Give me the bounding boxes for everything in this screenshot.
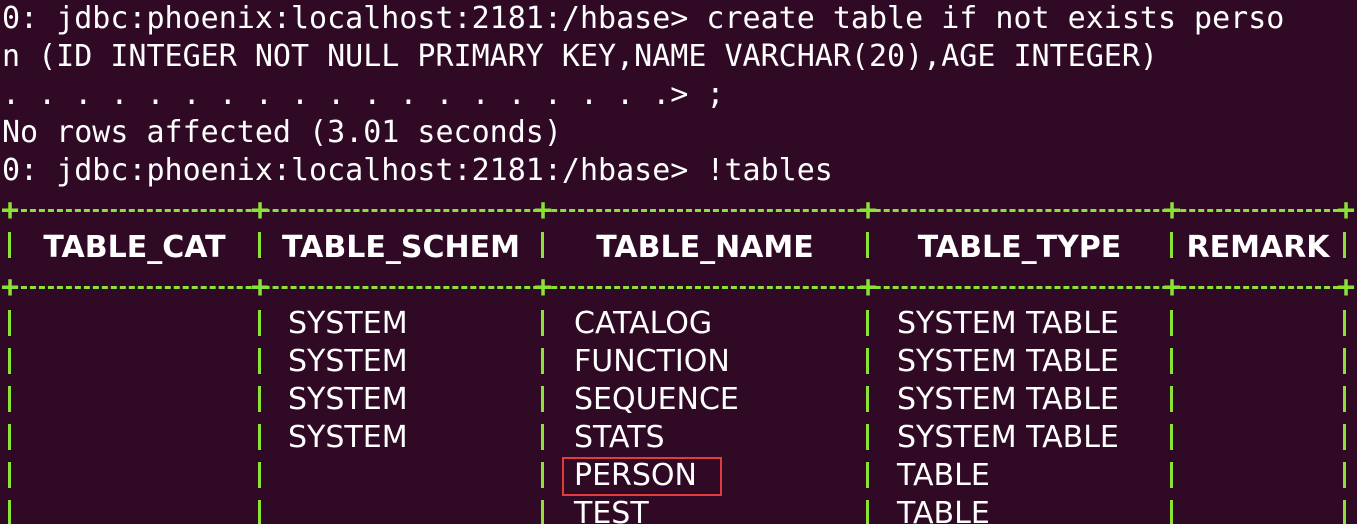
table-border-top (3, 209, 1348, 212)
border-corner: + (1336, 193, 1356, 228)
cell-type: TABLE (897, 458, 990, 493)
column-divider (1343, 310, 1346, 524)
cell-schem: SYSTEM (288, 306, 408, 341)
terminal-line: n (ID INTEGER NOT NULL PRIMARY KEY,NAME … (2, 39, 1158, 74)
cell-name: CATALOG (574, 306, 713, 341)
header-remark: REMARK (1186, 230, 1330, 265)
person-highlight-box (562, 457, 722, 496)
border-corner: + (858, 193, 878, 228)
cell-schem: SYSTEM (288, 382, 408, 417)
header-table-cat: TABLE_CAT (43, 230, 226, 265)
cell-name: TEST (574, 496, 649, 524)
cell-type: TABLE (897, 496, 990, 524)
header-table-name: TABLE_NAME (596, 230, 814, 265)
terminal-line: 0: jdbc:phoenix:localhost:2181:/hbase> c… (2, 1, 1285, 36)
cell-type: SYSTEM TABLE (897, 382, 1119, 417)
column-divider (1343, 232, 1346, 270)
terminal-line: . . . . . . . . . . . . . . . . . . .> ; (2, 77, 725, 112)
border-corner: + (250, 270, 270, 305)
cell-type: SYSTEM TABLE (897, 344, 1119, 379)
border-corner: + (250, 193, 270, 228)
border-corner: + (858, 270, 878, 305)
terminal-line: 0: jdbc:phoenix:localhost:2181:/hbase> !… (2, 153, 833, 188)
border-corner: + (0, 270, 20, 305)
column-divider (258, 310, 261, 524)
column-divider (8, 310, 11, 524)
column-divider (866, 310, 869, 524)
cell-schem: SYSTEM (288, 420, 408, 455)
header-table-schem: TABLE_SCHEM (282, 230, 520, 265)
cell-name: FUNCTION (574, 344, 730, 379)
column-divider (1170, 310, 1173, 524)
cell-name: STATS (574, 420, 665, 455)
terminal-line: No rows affected (3.01 seconds) (2, 115, 562, 150)
cell-type: SYSTEM TABLE (897, 420, 1119, 455)
column-divider (541, 310, 544, 524)
header-table-type: TABLE_TYPE (917, 230, 1122, 265)
cell-schem: SYSTEM (288, 344, 408, 379)
cell-name: SEQUENCE (574, 382, 739, 417)
border-corner: + (0, 193, 20, 228)
cell-type: SYSTEM TABLE (897, 306, 1119, 341)
border-corner: + (1162, 193, 1182, 228)
border-corner: + (1162, 270, 1182, 305)
border-corner: + (1336, 270, 1356, 305)
border-corner: + (533, 270, 553, 305)
terminal-window[interactable]: 0: jdbc:phoenix:localhost:2181:/hbase> c… (0, 0, 1357, 524)
table-border-header (3, 286, 1348, 289)
border-corner: + (533, 193, 553, 228)
